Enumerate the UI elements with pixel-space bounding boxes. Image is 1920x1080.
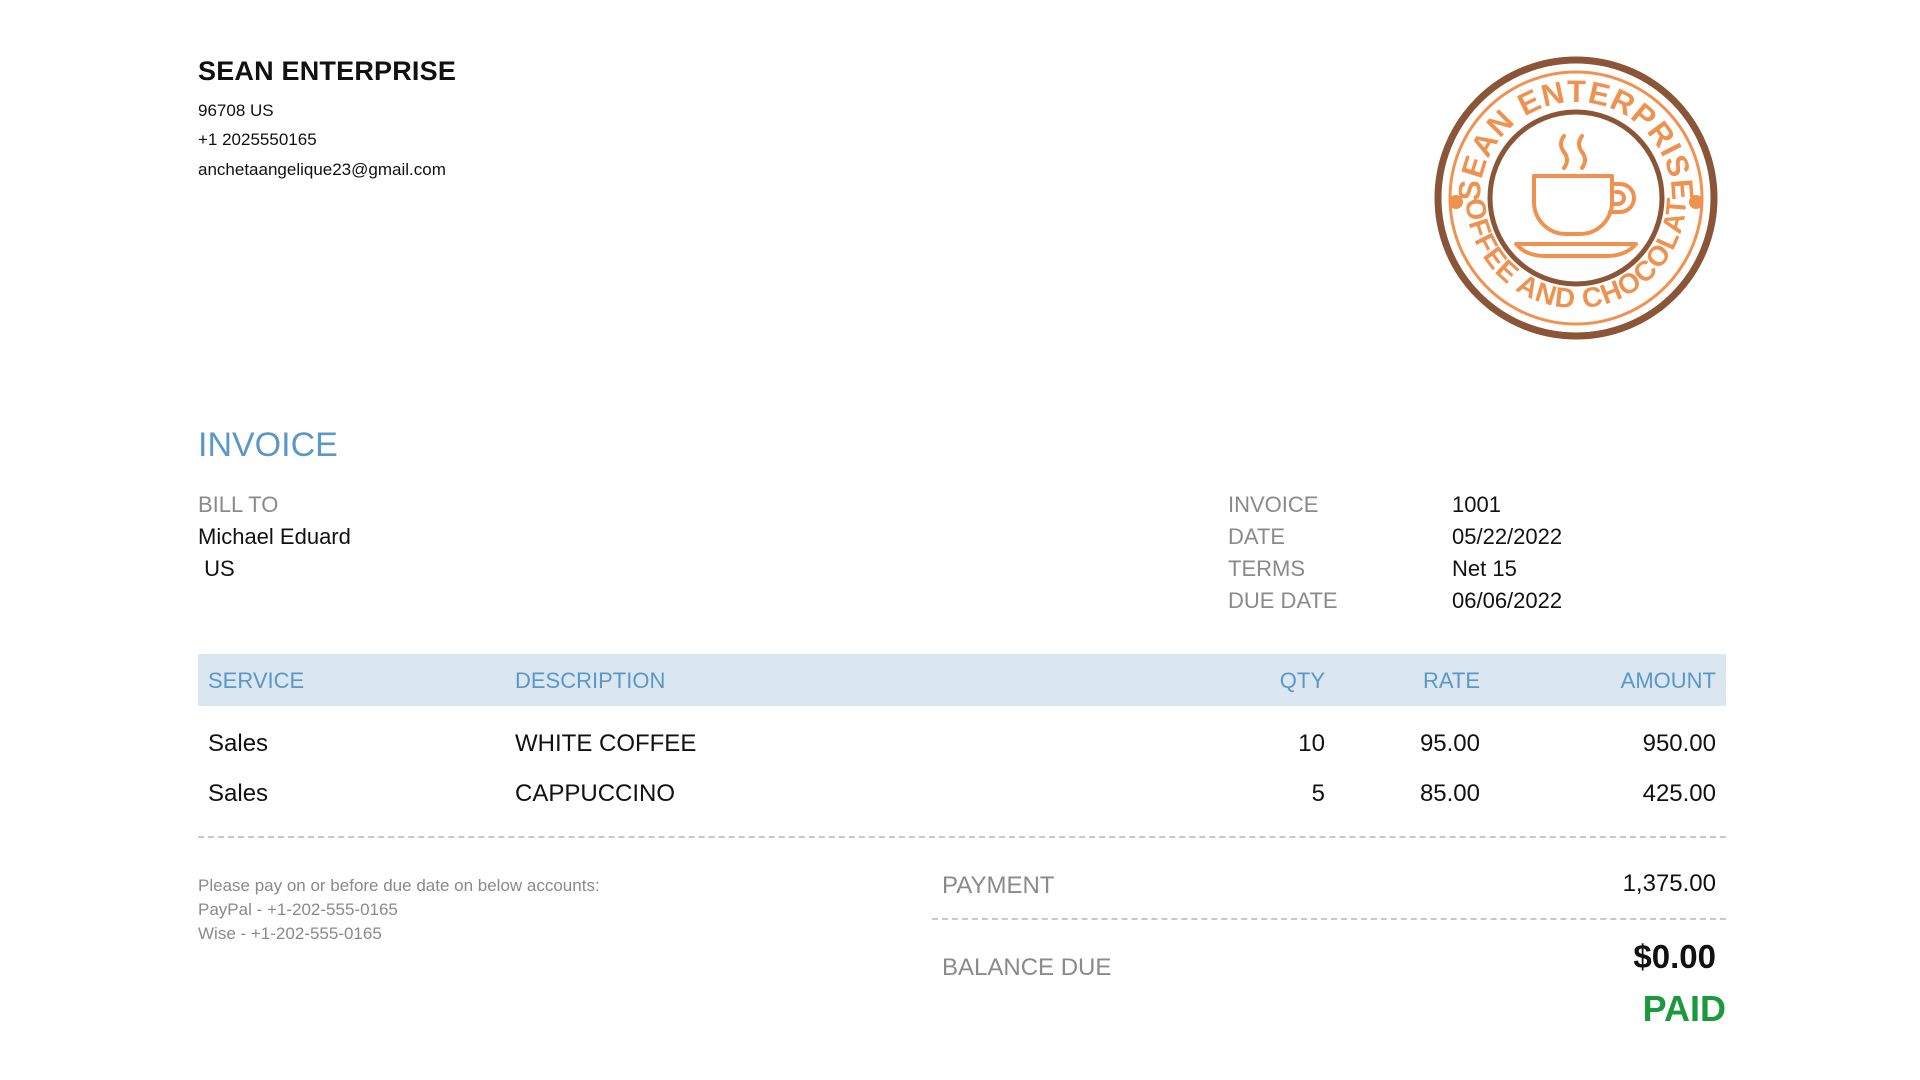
table-divider [198, 836, 1726, 838]
row-service: Sales [208, 730, 269, 757]
payment-note-paypal: PayPal - +1-202-555-0165 [198, 900, 398, 919]
invoice-number-value: 1001 [1452, 492, 1501, 517]
balance-due-label: BALANCE DUE [942, 954, 1112, 981]
invoice-due-date-label: DUE DATE [1228, 588, 1338, 613]
company-logo: SEAN ENTERPRISE COFFEE AND CHOCOLATE [1430, 52, 1718, 340]
status-badge: PAID [1642, 988, 1726, 1029]
payment-note-wise: Wise - +1-202-555-0165 [198, 924, 382, 943]
header-amount: AMOUNT [1620, 668, 1716, 693]
invoice-terms-value: Net 15 [1452, 556, 1517, 581]
bill-to-country: US [198, 556, 235, 581]
header-rate: RATE [1422, 668, 1480, 693]
row-amount: 950.00 [1642, 730, 1716, 757]
company-name: SEAN ENTERPRISE [198, 56, 457, 86]
header-description: DESCRIPTION [515, 668, 666, 693]
header-service: SERVICE [208, 668, 305, 693]
row-rate: 95.00 [1419, 730, 1480, 757]
row-description: WHITE COFFEE [515, 730, 697, 757]
payment-note-line: Please pay on or before due date on belo… [198, 876, 600, 895]
invoice-date-value: 05/22/2022 [1452, 524, 1563, 549]
bill-to-label: BILL TO [198, 492, 279, 517]
row-description: CAPPUCCINO [515, 780, 676, 807]
bill-to-name: Michael Eduard [198, 524, 351, 549]
row-rate: 85.00 [1419, 780, 1480, 807]
table-header [198, 654, 1726, 706]
invoice-terms-label: TERMS [1228, 556, 1305, 581]
header-qty: QTY [1279, 668, 1325, 693]
row-qty: 10 [1298, 730, 1325, 757]
payment-label: PAYMENT [942, 872, 1055, 899]
invoice-date-label: DATE [1228, 524, 1286, 549]
balance-due-value: $0.00 [1633, 938, 1716, 975]
company-email: anchetaangelique23@gmail.com [198, 160, 446, 179]
coffee-cup-icon [1514, 134, 1638, 258]
summary-divider [932, 918, 1726, 920]
row-service: Sales [208, 780, 269, 807]
company-phone: +1 2025550165 [198, 130, 317, 149]
row-qty: 5 [1311, 780, 1325, 807]
company-address: 96708 US [198, 101, 274, 120]
row-amount: 425.00 [1642, 780, 1716, 807]
invoice-due-date-value: 06/06/2022 [1452, 588, 1563, 613]
invoice-number-label: INVOICE [1228, 492, 1319, 517]
payment-value: 1,375.00 [1622, 870, 1716, 897]
invoice-title: INVOICE [198, 426, 338, 464]
